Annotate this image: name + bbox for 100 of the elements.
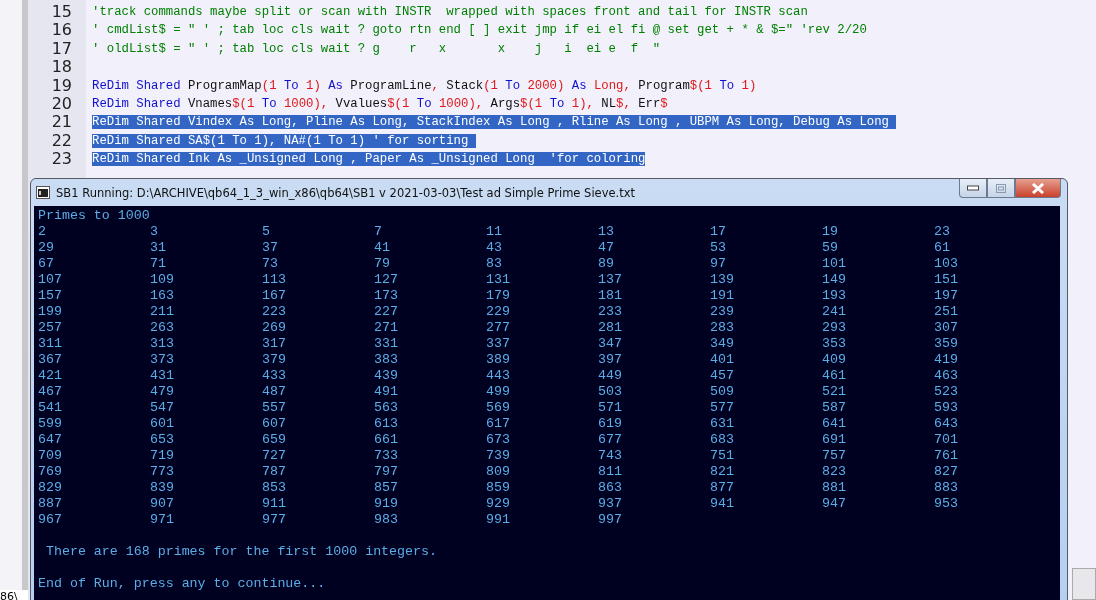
prime-number: 353	[822, 336, 846, 352]
prime-number: 809	[486, 464, 510, 480]
prime-number: 857	[374, 480, 398, 496]
prime-number: 653	[150, 432, 174, 448]
prime-number: 419	[934, 352, 958, 368]
prime-number: 17	[710, 224, 726, 240]
prime-number: 191	[710, 288, 734, 304]
prime-number: 787	[262, 464, 286, 480]
prime-number: 313	[150, 336, 174, 352]
prime-number: 937	[598, 496, 622, 512]
minimize-icon	[967, 185, 979, 191]
line-number: 20	[50, 94, 73, 114]
prime-number: 379	[262, 352, 286, 368]
prime-number: 577	[710, 400, 734, 416]
prime-number: 29	[38, 240, 54, 256]
prime-number: 601	[150, 416, 174, 432]
prime-number: 691	[822, 432, 846, 448]
prime-number: 761	[934, 448, 958, 464]
prime-number: 163	[150, 288, 174, 304]
prime-number: 701	[934, 432, 958, 448]
prime-number: 383	[374, 352, 398, 368]
prime-number: 37	[262, 240, 278, 256]
prime-number: 631	[710, 416, 734, 432]
prime-number: 821	[710, 464, 734, 480]
prime-number: 61	[934, 240, 950, 256]
prime-number: 199	[38, 304, 62, 320]
prime-number: 277	[486, 320, 510, 336]
line-number: 18	[50, 58, 73, 77]
prime-number: 563	[374, 400, 398, 416]
prime-number: 227	[374, 304, 398, 320]
prime-number: 263	[150, 320, 174, 336]
prime-number: 883	[934, 480, 958, 496]
prime-number: 251	[934, 304, 958, 320]
code-line: 'track commands maybe split or scan with INSTR wrapped with spaces front and tail for INSTR scan	[92, 5, 808, 19]
console-text: End of Run, press any to continue...	[38, 576, 326, 592]
prime-number: 271	[374, 320, 398, 336]
minimize-button[interactable]	[959, 179, 987, 198]
prime-number: 181	[598, 288, 622, 304]
prime-number: 13	[598, 224, 614, 240]
prime-number: 881	[822, 480, 846, 496]
line-number: 22	[50, 131, 73, 151]
prime-number: 593	[934, 400, 958, 416]
prime-number: 607	[262, 416, 286, 432]
prime-number: 223	[262, 304, 286, 320]
prime-number: 727	[262, 448, 286, 464]
prime-number: 479	[150, 384, 174, 400]
prime-number: 823	[822, 464, 846, 480]
prime-number: 811	[598, 464, 622, 480]
prime-number: 617	[486, 416, 510, 432]
prime-number: 47	[598, 240, 614, 256]
prime-number: 3	[150, 224, 158, 240]
console-text: Primes to 1000	[38, 208, 150, 224]
prime-number: 97	[710, 256, 726, 272]
prime-number: 487	[262, 384, 286, 400]
prime-number: 953	[934, 496, 958, 512]
prime-number: 853	[262, 480, 286, 496]
prime-number: 59	[822, 240, 838, 256]
prime-number: 967	[38, 512, 62, 528]
prime-number: 827	[934, 464, 958, 480]
prime-number: 281	[598, 320, 622, 336]
prime-number: 79	[374, 256, 390, 272]
prime-number: 599	[38, 416, 62, 432]
prime-number: 521	[822, 384, 846, 400]
prime-number: 409	[822, 352, 846, 368]
prime-number: 41	[374, 240, 390, 256]
prime-number: 467	[38, 384, 62, 400]
prime-number: 367	[38, 352, 62, 368]
prime-number: 7	[374, 224, 382, 240]
prime-number: 127	[374, 272, 398, 288]
prime-number: 233	[598, 304, 622, 320]
prime-number: 431	[150, 368, 174, 384]
prime-number: 131	[486, 272, 510, 288]
prime-number: 101	[822, 256, 846, 272]
prime-number: 53	[710, 240, 726, 256]
prime-number: 103	[934, 256, 958, 272]
maximize-button[interactable]	[987, 179, 1015, 198]
prime-number: 349	[710, 336, 734, 352]
prime-number: 743	[598, 448, 622, 464]
prime-number: 43	[486, 240, 502, 256]
prime-number: 911	[262, 496, 286, 512]
prime-number: 557	[262, 400, 286, 416]
prime-number: 31	[150, 240, 166, 256]
prime-number: 167	[262, 288, 286, 304]
prime-number: 863	[598, 480, 622, 496]
prime-number: 73	[262, 256, 278, 272]
line-number: 21	[50, 113, 73, 132]
window-title: SB1 Running: D:\ARCHIVE\qb64_1_3_win_x86\qb64\SB1 v 2021-03-03\Test ad Simple Prime Sieve.txt	[56, 185, 637, 200]
close-button[interactable]	[1015, 179, 1061, 198]
scrollbar[interactable]	[1072, 568, 1096, 600]
prime-number: 997	[598, 512, 622, 528]
prime-number: 491	[374, 384, 398, 400]
prime-number: 433	[262, 368, 286, 384]
prime-number: 109	[150, 272, 174, 288]
prime-number: 397	[598, 352, 622, 368]
prime-number: 643	[934, 416, 958, 432]
line-number: 17	[50, 39, 73, 59]
prime-number: 659	[262, 432, 286, 448]
maximize-icon	[996, 183, 1006, 193]
prime-number: 719	[150, 448, 174, 464]
prime-number: 211	[150, 304, 174, 320]
